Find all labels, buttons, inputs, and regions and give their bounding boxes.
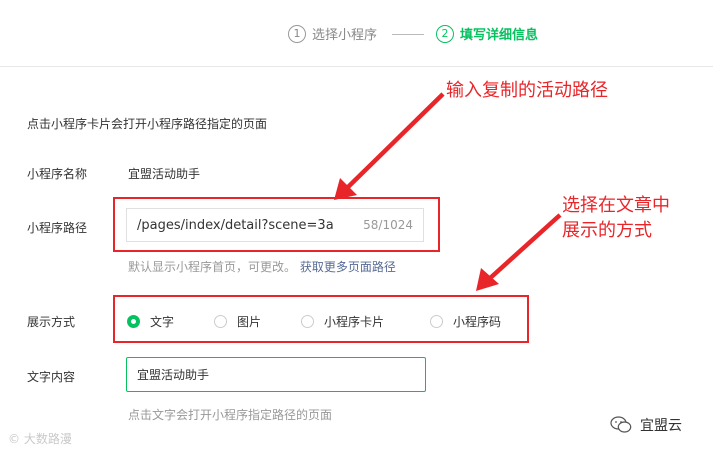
wechat-icon	[610, 416, 632, 433]
watermark-left: © 大数路漫	[8, 432, 72, 446]
watermark-right: 宜盟云	[610, 415, 682, 435]
arrow-to-display	[476, 213, 562, 291]
annotation-arrows	[334, 92, 562, 291]
watermark-brand: 宜盟云	[640, 418, 682, 434]
arrow-to-path	[334, 92, 445, 200]
